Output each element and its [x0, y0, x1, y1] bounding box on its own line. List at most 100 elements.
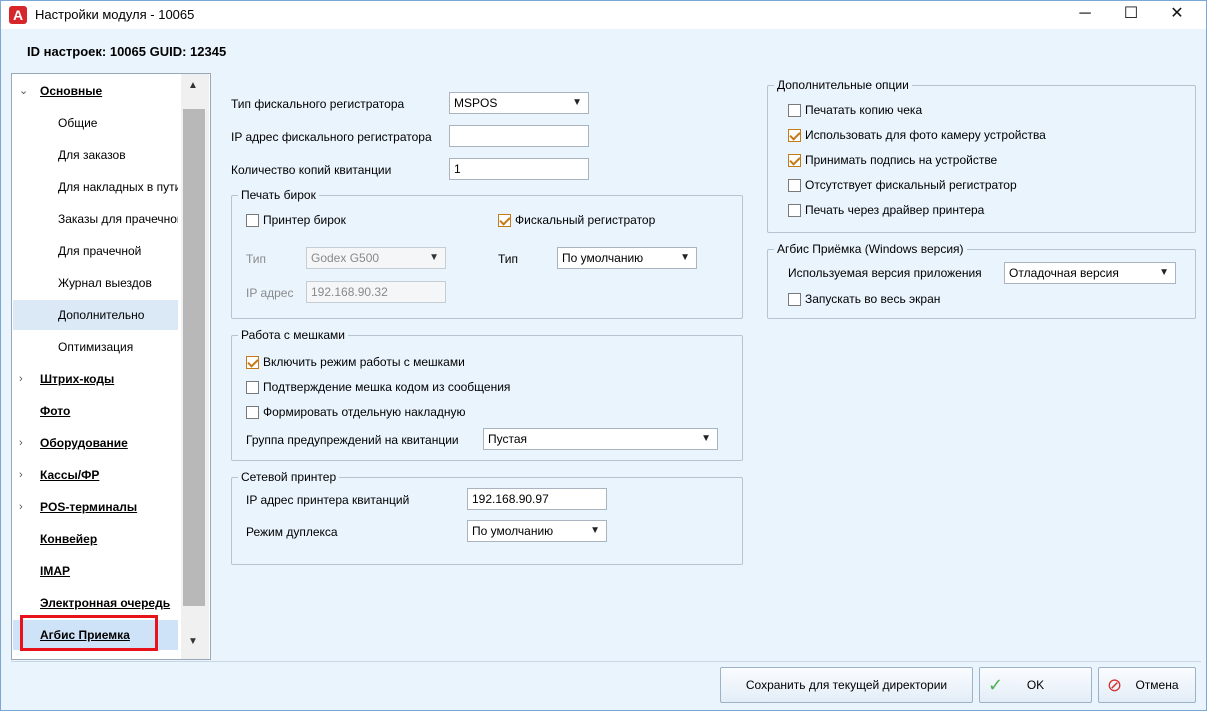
- settings-id-info: ID настроек: 10065 GUID: 12345: [27, 44, 227, 59]
- extra-options-group: Дополнительные опции Печатать копию чека…: [767, 78, 1196, 233]
- nav-item-label: IMAP: [40, 564, 70, 578]
- nav-item-obshchie[interactable]: Общие: [13, 108, 178, 138]
- accept-signature-checkbox[interactable]: [788, 154, 801, 167]
- no-fiscal-registrar-checkbox[interactable]: [788, 179, 801, 192]
- bags-confirm-checkbox[interactable]: [246, 381, 259, 394]
- chevron-right-icon[interactable]: ›: [19, 492, 23, 522]
- minimize-button[interactable]: ─: [1062, 1, 1108, 29]
- nav-item-dlya-nakladnyh[interactable]: Для накладных в пути: [13, 172, 178, 202]
- print-via-driver-checkbox[interactable]: [788, 204, 801, 217]
- print-via-driver-label: Печать через драйвер принтера: [805, 203, 985, 217]
- bags-separate-checkbox[interactable]: [246, 406, 259, 419]
- duplex-mode-select[interactable]: По умолчанию ▼: [467, 520, 607, 542]
- title-bar: A Настройки модуля - 10065 ─ ☐ ✕: [1, 1, 1206, 29]
- nav-item-dopolnitelno[interactable]: Дополнительно: [13, 300, 178, 330]
- cancel-icon: ⊘: [1107, 675, 1123, 695]
- tag-printer-checkbox[interactable]: [246, 214, 259, 227]
- nav-item-osnovnye[interactable]: ⌄ Основные: [13, 76, 178, 106]
- save-for-directory-button[interactable]: Сохранить для текущей директории: [720, 667, 973, 703]
- tag-type2-value: По умолчанию: [562, 251, 644, 265]
- nav-item-optimizaciya[interactable]: Оптимизация: [13, 332, 178, 362]
- use-device-camera-checkbox[interactable]: [788, 129, 801, 142]
- warn-group-select[interactable]: Пустая ▼: [483, 428, 718, 450]
- cancel-button[interactable]: ⊘ Отмена: [1098, 667, 1196, 703]
- nav-item-kassy-fr[interactable]: › Кассы/ФР: [13, 460, 178, 490]
- nav-item-zakazy-prachechnoy[interactable]: Заказы для прачечной: [13, 204, 178, 234]
- selection-highlight-frame: [20, 615, 158, 651]
- print-receipt-copy-label: Печатать копию чека: [805, 103, 923, 117]
- agbis-windows-group: Агбис Приёмка (Windows версия) Используе…: [767, 242, 1196, 319]
- chevron-right-icon[interactable]: ›: [19, 428, 23, 458]
- nav-item-elektronnaya-ochered[interactable]: Электронная очередь: [13, 588, 178, 618]
- scrollbar-thumb[interactable]: [183, 109, 205, 606]
- app-version-select[interactable]: Отладочная версия ▼: [1004, 262, 1176, 284]
- nav-item-label: POS-терминалы: [40, 500, 138, 514]
- bags-enable-checkbox[interactable]: [246, 356, 259, 369]
- scroll-up-icon[interactable]: ▲: [188, 80, 198, 91]
- nav-item-pos-terminaly[interactable]: › POS-терминалы: [13, 492, 178, 522]
- tag-type-value: Godex G500: [311, 251, 380, 265]
- nav-item-label: Конвейер: [40, 532, 98, 546]
- tag-print-group: Печать бирок Принтер бирок Фискальный ре…: [231, 188, 743, 319]
- tag-type-select[interactable]: Godex G500 ▼: [306, 247, 446, 269]
- app-version-label: Используемая версия приложения: [788, 266, 982, 280]
- nav-item-foto[interactable]: Фото: [13, 396, 178, 426]
- scroll-down-icon[interactable]: ▼: [188, 636, 198, 647]
- receipt-printer-ip-input[interactable]: 192.168.90.97: [467, 488, 607, 510]
- tag-type2-select[interactable]: По умолчанию ▼: [557, 247, 697, 269]
- nav-item-oborudovanie[interactable]: › Оборудование: [13, 428, 178, 458]
- nav-item-dlya-prachechnoy[interactable]: Для прачечной: [13, 236, 178, 266]
- nav-item-label: Основные: [40, 84, 103, 98]
- tag-fiscal-label: Фискальный регистратор: [515, 213, 656, 227]
- chevron-right-icon[interactable]: ›: [19, 364, 23, 394]
- bags-enable-label: Включить режим работы с мешками: [263, 355, 465, 369]
- save-for-directory-label: Сохранить для текущей директории: [745, 678, 948, 692]
- close-button[interactable]: ✕: [1154, 1, 1200, 29]
- nav-item-label: Электронная очередь: [40, 596, 171, 610]
- dropdown-arrow-icon[interactable]: ▼: [1159, 263, 1169, 283]
- use-device-camera-label: Использовать для фото камеру устройства: [805, 128, 1046, 142]
- nav-item-dlya-zakazov[interactable]: Для заказов: [13, 140, 178, 170]
- chevron-right-icon[interactable]: ›: [19, 460, 23, 490]
- maximize-button[interactable]: ☐: [1108, 1, 1154, 29]
- fiscal-type-select[interactable]: MSPOS ▼: [449, 92, 589, 114]
- tag-ip-label: IP адрес: [246, 286, 294, 300]
- print-receipt-copy-checkbox[interactable]: [788, 104, 801, 117]
- dropdown-arrow-icon[interactable]: ▼: [572, 93, 582, 113]
- copies-input[interactable]: 1: [449, 158, 589, 180]
- duplex-mode-value: По умолчанию: [472, 524, 554, 538]
- nav-item-label: Кассы/ФР: [40, 468, 100, 482]
- settings-content: Тип фискального регистратора MSPOS ▼ IP …: [219, 73, 1203, 660]
- nav-item-konveyer[interactable]: Конвейер: [13, 524, 178, 554]
- nav-item-imap[interactable]: IMAP: [13, 556, 178, 586]
- checkmark-icon: ✓: [988, 675, 1004, 695]
- dropdown-arrow-icon[interactable]: ▼: [590, 521, 600, 541]
- nav-scrollbar[interactable]: ▲ ▼: [181, 74, 209, 659]
- nav-item-label: Фото: [40, 404, 71, 418]
- nav-item-zhurnal-vyezdov[interactable]: Журнал выездов: [13, 268, 178, 298]
- tag-ip-input[interactable]: 192.168.90.32: [306, 281, 446, 303]
- app-logo-icon: A: [9, 6, 27, 24]
- tag-fiscal-checkbox[interactable]: [498, 214, 511, 227]
- tag-type-label: Тип: [246, 252, 267, 266]
- tag-printer-label: Принтер бирок: [263, 213, 346, 227]
- fullscreen-label: Запускать во весь экран: [805, 292, 941, 306]
- dropdown-arrow-icon[interactable]: ▼: [680, 248, 690, 268]
- receipt-printer-ip-label: IP адрес принтера квитанций: [246, 493, 410, 507]
- dropdown-arrow-icon[interactable]: ▼: [701, 429, 711, 449]
- nav-item-label: Дополнительно: [58, 308, 145, 322]
- bags-confirm-label: Подтверждение мешка кодом из сообщения: [263, 380, 511, 394]
- extra-options-group-title: Дополнительные опции: [774, 78, 912, 92]
- agbis-windows-group-title: Агбис Приёмка (Windows версия): [774, 242, 967, 256]
- chevron-down-icon[interactable]: ⌄: [19, 76, 28, 106]
- ok-button[interactable]: ✓ OK: [979, 667, 1092, 703]
- bags-group-title: Работа с мешками: [238, 328, 348, 342]
- fiscal-type-label: Тип фискального регистратора: [231, 97, 405, 111]
- dropdown-arrow-icon[interactable]: ▼: [429, 248, 439, 268]
- fullscreen-checkbox[interactable]: [788, 293, 801, 306]
- cancel-label: Отмена: [1135, 678, 1179, 692]
- nav-item-label: Для накладных в пути: [58, 180, 178, 194]
- fiscal-ip-input[interactable]: [449, 125, 589, 147]
- nav-item-shtrih-kody[interactable]: › Штрих-коды: [13, 364, 178, 394]
- footer-divider: [11, 661, 1201, 662]
